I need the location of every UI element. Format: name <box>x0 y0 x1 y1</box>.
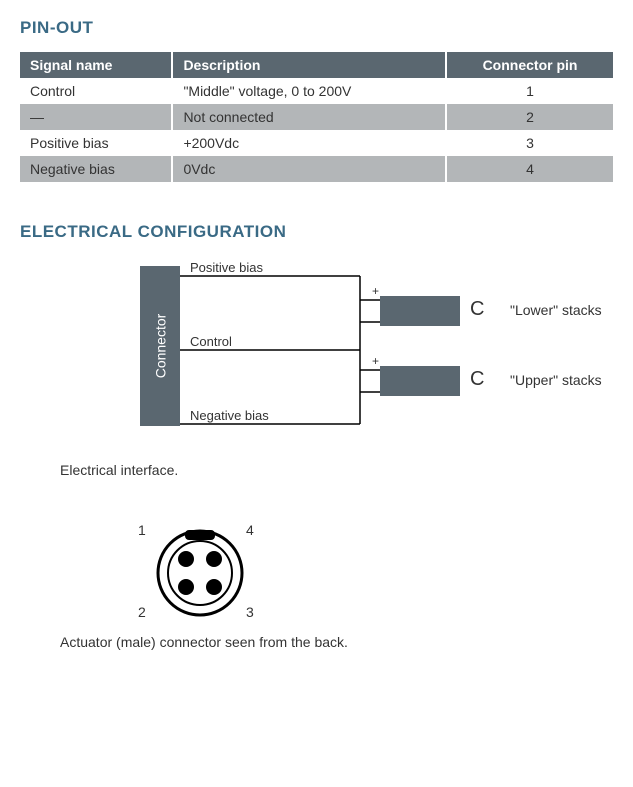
connector-figure: 1 4 2 3 <box>100 518 300 628</box>
cell-pin: 1 <box>446 78 613 104</box>
cell-signal: — <box>20 104 172 130</box>
th-signal: Signal name <box>20 52 172 78</box>
pinout-table: Signal name Description Connector pin Co… <box>20 52 613 182</box>
pin-number-3: 3 <box>246 604 254 620</box>
cell-description: Not connected <box>172 104 446 130</box>
lower-stack-box <box>380 296 460 326</box>
cell-signal: Negative bias <box>20 156 172 182</box>
table-row: — Not connected 2 <box>20 104 613 130</box>
pin-number-1: 1 <box>138 522 146 538</box>
connector-caption: Actuator (male) connector seen from the … <box>60 634 613 650</box>
cell-description: "Middle" voltage, 0 to 200V <box>172 78 446 104</box>
cell-signal: Control <box>20 78 172 104</box>
table-row: Control "Middle" voltage, 0 to 200V 1 <box>20 78 613 104</box>
table-row: Negative bias 0Vdc 4 <box>20 156 613 182</box>
label-lower-stacks: "Lower" stacks <box>510 302 602 318</box>
electrical-diagram: Connector Positive bias Control Negative… <box>120 256 633 456</box>
cell-signal: Positive bias <box>20 130 172 156</box>
connector-icon <box>100 518 300 628</box>
table-row: Positive bias +200Vdc 3 <box>20 130 613 156</box>
plus-symbol: + <box>372 284 379 298</box>
diagram-caption: Electrical interface. <box>60 462 613 478</box>
schematic-lines <box>180 256 460 436</box>
th-description: Description <box>172 52 446 78</box>
connector-block: Connector <box>140 266 180 426</box>
capacitor-symbol: C <box>470 298 484 321</box>
plus-symbol: + <box>372 354 379 368</box>
section-title-electrical: ELECTRICAL CONFIGURATION <box>20 222 613 242</box>
pin-number-2: 2 <box>138 604 146 620</box>
pin-number-4: 4 <box>246 522 254 538</box>
connector-label: Connector <box>152 314 168 379</box>
capacitor-symbol: C <box>470 368 484 391</box>
upper-stack-box <box>380 366 460 396</box>
cell-description: +200Vdc <box>172 130 446 156</box>
table-header-row: Signal name Description Connector pin <box>20 52 613 78</box>
section-title-pinout: PIN-OUT <box>20 18 613 38</box>
th-pin: Connector pin <box>446 52 613 78</box>
label-upper-stacks: "Upper" stacks <box>510 372 602 388</box>
cell-pin: 4 <box>446 156 613 182</box>
cell-pin: 2 <box>446 104 613 130</box>
cell-pin: 3 <box>446 130 613 156</box>
cell-description: 0Vdc <box>172 156 446 182</box>
